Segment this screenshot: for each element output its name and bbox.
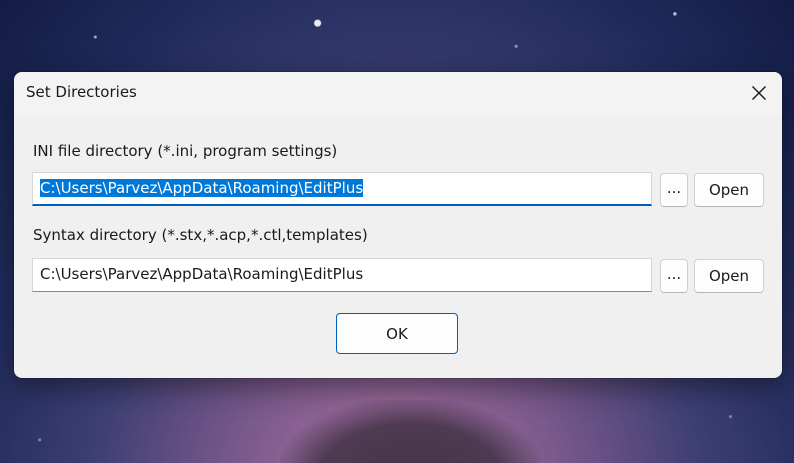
syntax-browse-button[interactable]: ... [660, 259, 688, 293]
ini-directory-input[interactable]: C:\Users\Parvez\AppData\Roaming\EditPlus [32, 172, 652, 206]
syntax-open-button[interactable]: Open [694, 259, 764, 293]
ini-directory-label: INI file directory (*.ini, program setti… [33, 142, 338, 160]
close-icon [751, 85, 767, 101]
syntax-directory-input[interactable]: C:\Users\Parvez\AppData\Roaming\EditPlus [32, 258, 652, 292]
dialog-titlebar: Set Directories [14, 72, 782, 114]
ini-browse-button[interactable]: ... [660, 173, 688, 207]
close-button[interactable] [736, 72, 782, 114]
set-directories-dialog: Set Directories INI file directory (*.in… [14, 72, 782, 378]
ok-button[interactable]: OK [336, 313, 458, 354]
ini-directory-value: C:\Users\Parvez\AppData\Roaming\EditPlus [40, 179, 364, 197]
syntax-directory-label: Syntax directory (*.stx,*.acp,*.ctl,temp… [33, 226, 368, 244]
ini-open-button[interactable]: Open [694, 173, 764, 207]
wallpaper-tree-silhouette [280, 400, 540, 463]
syntax-directory-value: C:\Users\Parvez\AppData\Roaming\EditPlus [40, 265, 364, 283]
dialog-title: Set Directories [26, 83, 137, 101]
